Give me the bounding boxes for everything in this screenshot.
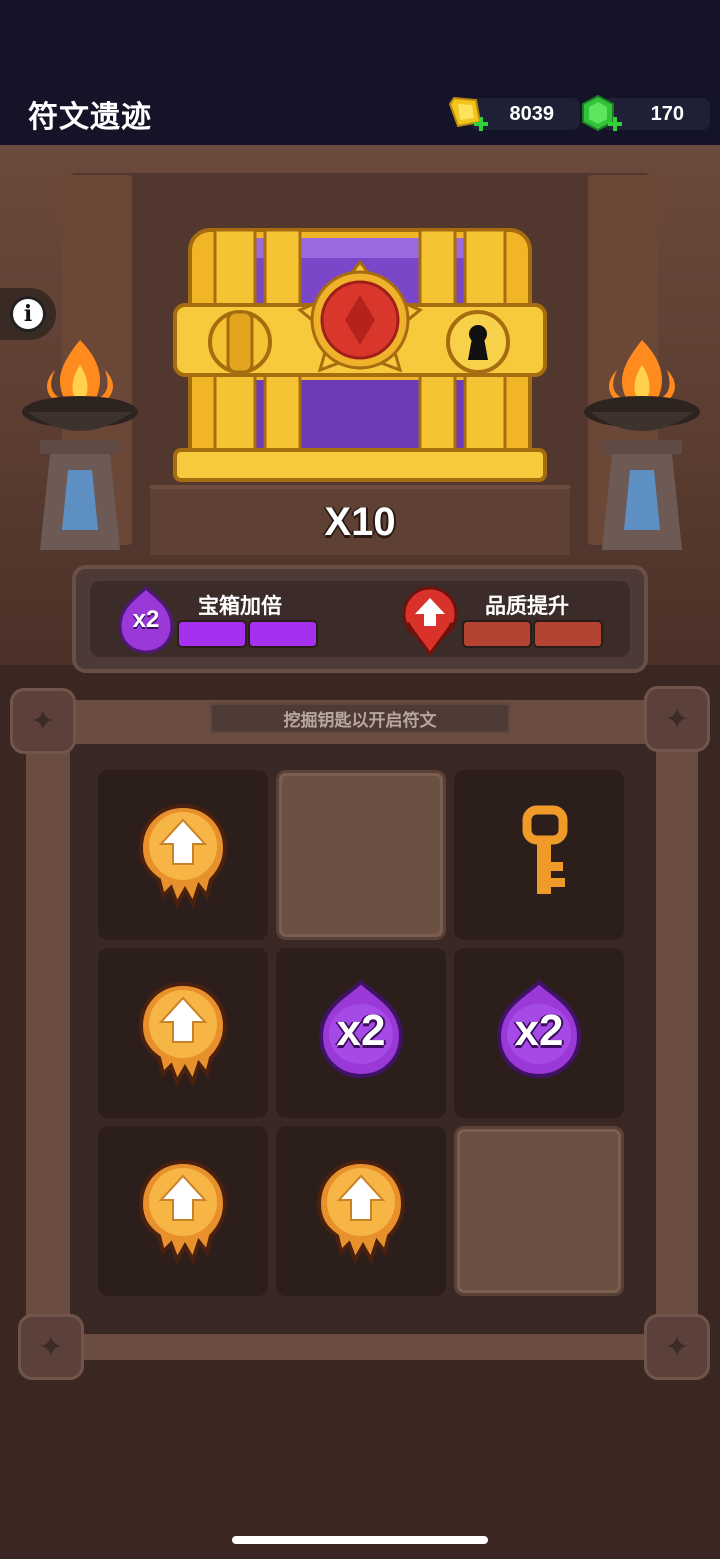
grid-cell[interactable]	[276, 1126, 446, 1296]
bonus-segment	[462, 620, 532, 648]
dig-hint: 挖掘钥匙以开启符文	[210, 703, 510, 733]
grid-cell[interactable]	[454, 770, 624, 940]
grid-cell[interactable]: x2	[276, 948, 446, 1118]
corner-star-icon: ✦	[644, 1314, 710, 1380]
bonus-label-chest-double: 宝箱加倍	[198, 594, 282, 618]
golden-key-icon	[522, 805, 568, 894]
grid-cell[interactable]	[98, 1126, 268, 1296]
gold-arrow-rune-icon	[138, 1159, 228, 1265]
page-title: 符文遗迹	[28, 100, 152, 135]
gold-arrow-rune-icon	[138, 981, 228, 1087]
plus-icon[interactable]	[474, 117, 488, 131]
corner-star-icon: ✦	[10, 688, 76, 754]
bonus-segment	[248, 620, 318, 648]
grid-cell-dug[interactable]	[276, 770, 446, 940]
grid-cell[interactable]: x2	[454, 948, 624, 1118]
chest-multiplier: X10	[324, 500, 396, 544]
grid-cell[interactable]	[98, 948, 268, 1118]
gem-amount: 170	[650, 102, 684, 125]
home-indicator[interactable]	[232, 1536, 488, 1544]
brazier-left-icon	[22, 340, 138, 550]
bonus-segment	[533, 620, 603, 648]
gold-amount: 8039	[509, 102, 555, 125]
gold-arrow-rune-icon	[138, 803, 228, 909]
info-button[interactable]: i	[0, 288, 56, 340]
bonus-segment	[177, 620, 247, 648]
treasure-chest-icon[interactable]	[170, 220, 550, 490]
corner-star-icon: ✦	[644, 686, 710, 752]
grid-cell-dug[interactable]	[454, 1126, 624, 1296]
x2-rune-label: x2	[514, 1006, 564, 1055]
bonus-badge-x2: x2	[132, 606, 160, 633]
gold-arrow-rune-icon	[316, 1159, 406, 1265]
corner-star-icon: ✦	[18, 1314, 84, 1380]
dig-grid: x2 x2	[98, 770, 628, 1300]
grid-cell[interactable]	[98, 770, 268, 940]
x2-rune-label: x2	[336, 1006, 386, 1055]
bonus-label-quality-up: 品质提升	[485, 594, 569, 618]
info-icon: i	[10, 296, 46, 332]
plus-icon[interactable]	[608, 117, 622, 131]
red-arrow-rune-icon	[402, 586, 458, 656]
brazier-right-icon	[584, 340, 700, 550]
